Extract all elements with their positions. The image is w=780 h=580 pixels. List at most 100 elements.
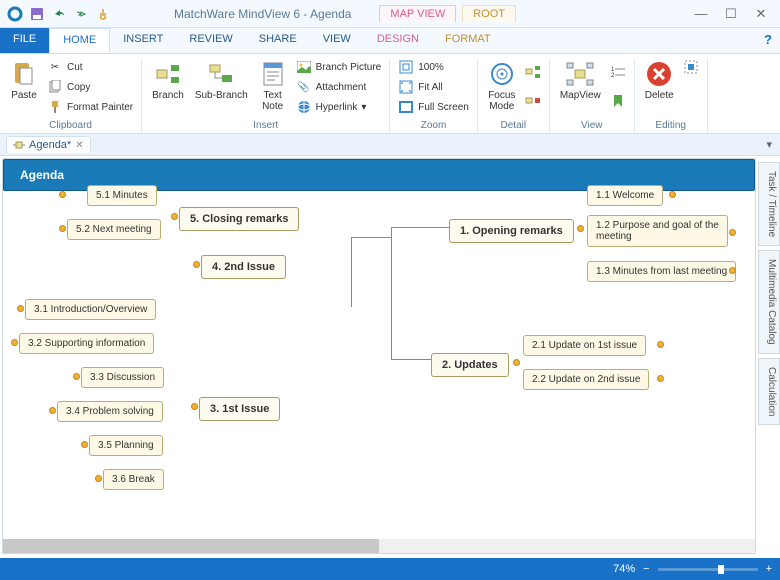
zoom-slider[interactable] (658, 568, 758, 571)
side-tab-calculation[interactable]: Calculation (758, 358, 780, 425)
ribbon-tabs: FILE HOME INSERT REVIEW SHARE VIEW DESIG… (0, 28, 780, 54)
side-panel-tabs: Task / Timeline Multimedia Catalog Calcu… (758, 156, 780, 556)
paste-button[interactable]: Paste (6, 58, 42, 103)
paperclip-icon: 📎 (296, 79, 312, 95)
side-tab-task[interactable]: Task / Timeline (758, 162, 780, 246)
cut-icon: ✂ (47, 59, 63, 75)
mindmap-canvas[interactable]: Agenda 5. Closing remarks 5.1 Minutes 5.… (2, 158, 756, 554)
branch-3-6[interactable]: 3.6 Break (103, 469, 164, 490)
close-button[interactable]: ✕ (746, 4, 776, 24)
context-tab-mapview: MAP VIEW (379, 5, 456, 22)
bookmark-button[interactable] (608, 92, 628, 110)
subbranch-icon (207, 60, 235, 88)
undo-icon[interactable] (50, 5, 68, 23)
cut-button[interactable]: ✂Cut (45, 58, 135, 76)
tab-home[interactable]: HOME (49, 28, 110, 53)
maximize-button[interactable]: ☐ (716, 4, 746, 24)
zoom-level: 74% (613, 563, 635, 575)
branch-picture-button[interactable]: Branch Picture (294, 58, 384, 76)
collapse-icon (525, 93, 541, 109)
tab-chevron-icon[interactable]: ▾ (758, 138, 780, 151)
focus-mode-button[interactable]: Focus Mode (484, 58, 520, 114)
branch-5-2[interactable]: 5.2 Next meeting (67, 219, 161, 240)
tab-design[interactable]: DESIGN (364, 28, 432, 53)
hyperlink-button[interactable]: Hyperlink▾ (294, 98, 384, 116)
status-bar: 74% − + (0, 558, 780, 580)
tab-review[interactable]: REVIEW (176, 28, 245, 53)
branch-3[interactable]: 3. 1st Issue (199, 397, 280, 421)
tab-file[interactable]: FILE (0, 28, 49, 53)
subbranch-button[interactable]: Sub-Branch (191, 58, 252, 103)
side-tab-multimedia[interactable]: Multimedia Catalog (758, 250, 780, 354)
redo-icon[interactable] (72, 5, 90, 23)
branch-3-5[interactable]: 3.5 Planning (89, 435, 163, 456)
save-icon[interactable] (28, 5, 46, 23)
fullscreen-button[interactable]: Full Screen (396, 98, 471, 116)
document-tab-bar: Agenda* ✕ ▾ (0, 134, 780, 156)
help-button[interactable]: ? (756, 28, 780, 53)
copy-icon (47, 79, 63, 95)
picture-icon (296, 59, 312, 75)
fit-all-icon (398, 79, 414, 95)
branch-4[interactable]: 4. 2nd Issue (201, 255, 286, 279)
branch-3-1[interactable]: 3.1 Introduction/Overview (25, 299, 156, 320)
tab-format[interactable]: FORMAT (432, 28, 504, 53)
focus-icon (488, 60, 516, 88)
ribbon: Paste ✂Cut Copy Format Painter Clipboard… (0, 54, 780, 134)
branch-5-1[interactable]: 5.1 Minutes (87, 185, 157, 206)
zoom-100-icon (398, 59, 414, 75)
delete-button[interactable]: Delete (641, 58, 678, 103)
attachment-button[interactable]: 📎Attachment (294, 78, 384, 96)
tab-view[interactable]: VIEW (310, 28, 364, 53)
minimize-button[interactable]: — (686, 4, 716, 24)
zoom-in-button[interactable]: + (766, 563, 772, 575)
branch-2-2[interactable]: 2.2 Update on 2nd issue (523, 369, 649, 390)
branch-3-3[interactable]: 3.3 Discussion (81, 367, 164, 388)
textnote-icon (259, 60, 287, 88)
select-button[interactable] (681, 58, 701, 76)
format-painter-button[interactable]: Format Painter (45, 98, 135, 116)
title-bar: MatchWare MindView 6 - Agenda MAP VIEW R… (0, 0, 780, 28)
context-tab-root: ROOT (462, 5, 516, 22)
branch-1-2[interactable]: 1.2 Purpose and goal of the meeting (587, 215, 728, 247)
svg-text:2: 2 (611, 73, 615, 79)
app-title: MatchWare MindView 6 - Agenda (174, 7, 351, 21)
branch-3-2[interactable]: 3.2 Supporting information (19, 333, 154, 354)
expand-icon (525, 64, 541, 80)
branch-3-4[interactable]: 3.4 Problem solving (57, 401, 163, 422)
workspace: Agenda 5. Closing remarks 5.1 Minutes 5.… (0, 156, 780, 556)
branch-icon (154, 60, 182, 88)
mapview-button[interactable]: MapView (556, 58, 605, 103)
mapview-icon (566, 60, 594, 88)
tab-insert[interactable]: INSERT (110, 28, 176, 53)
delete-icon (645, 60, 673, 88)
collapse-button[interactable] (523, 92, 543, 110)
branch-2-1[interactable]: 2.1 Update on 1st issue (523, 335, 646, 356)
zoom-out-button[interactable]: − (643, 563, 649, 575)
select-icon (683, 59, 699, 75)
paste-icon (10, 60, 38, 88)
horizontal-scrollbar[interactable] (3, 539, 755, 553)
expand-button[interactable] (523, 63, 543, 81)
zoom-100-button[interactable]: 100% (396, 58, 471, 76)
branch-2[interactable]: 2. Updates (431, 353, 509, 377)
app-icon (6, 5, 24, 23)
document-tab[interactable]: Agenda* ✕ (6, 136, 91, 153)
tab-share[interactable]: SHARE (246, 28, 310, 53)
doc-icon (13, 139, 25, 151)
branch-5[interactable]: 5. Closing remarks (179, 207, 299, 231)
fit-all-button[interactable]: Fit All (396, 78, 471, 96)
numbering-icon: 12 (610, 64, 626, 80)
copy-button[interactable]: Copy (45, 78, 135, 96)
fullscreen-icon (398, 99, 414, 115)
bookmark-icon (610, 93, 626, 109)
touch-icon[interactable] (94, 5, 112, 23)
branch-1[interactable]: 1. Opening remarks (449, 219, 574, 243)
numbering-button[interactable]: 12 (608, 63, 628, 81)
textnote-button[interactable]: Text Note (255, 58, 291, 114)
branch-button[interactable]: Branch (148, 58, 188, 103)
hyperlink-icon (296, 99, 312, 115)
branch-1-1[interactable]: 1.1 Welcome (587, 185, 663, 206)
close-tab-icon[interactable]: ✕ (75, 140, 83, 151)
branch-1-3[interactable]: 1.3 Minutes from last meeting (587, 261, 736, 282)
